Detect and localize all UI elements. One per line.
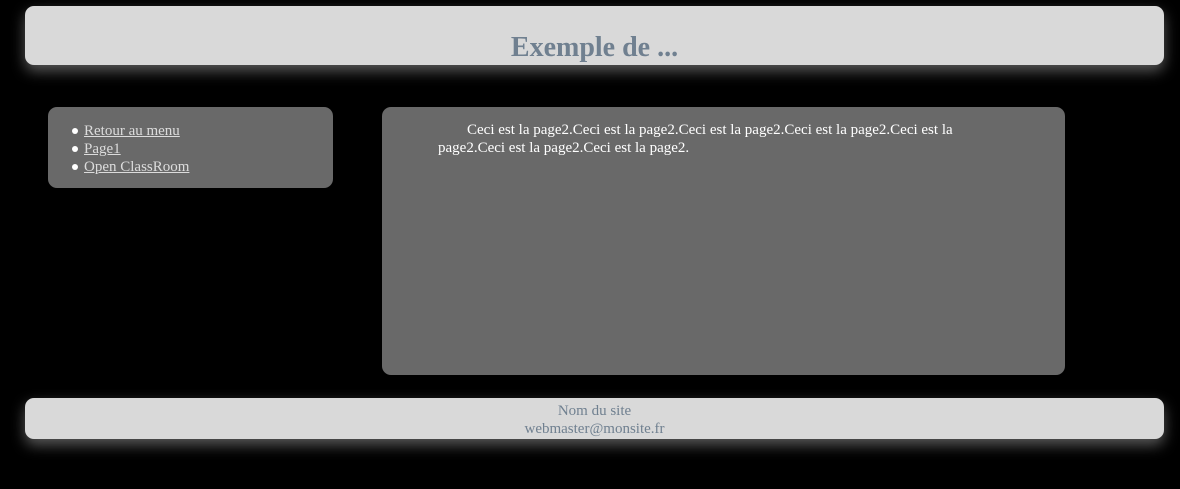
content-paragraph: Ceci est la page2.Ceci est la page2.Ceci… — [438, 122, 953, 156]
nav-item-retour-au-menu: Retour au menu — [72, 122, 189, 140]
nav-link-open-classroom[interactable]: Open ClassRoom — [84, 159, 189, 175]
bullet-icon — [72, 128, 78, 134]
page-footer: Nom du site webmaster@monsite.fr — [25, 398, 1164, 439]
nav-list: Retour au menu Page1 Open ClassRoom — [72, 122, 189, 176]
bullet-icon — [72, 146, 78, 152]
footer-site-name: Nom du site — [557, 403, 632, 419]
main-content: Ceci est la page2.Ceci est la page2.Ceci… — [382, 107, 1065, 375]
page-header: Exemple de ... — [25, 6, 1164, 65]
nav-link-retour-au-menu[interactable]: Retour au menu — [84, 123, 180, 139]
page-title: Exemple de ... — [510, 32, 679, 63]
nav-item-page1: Page1 — [72, 140, 189, 158]
nav-link-page1[interactable]: Page1 — [84, 141, 121, 157]
bullet-icon — [72, 164, 78, 170]
nav-menu: Retour au menu Page1 Open ClassRoom — [48, 107, 333, 188]
footer-email: webmaster@monsite.fr — [524, 421, 665, 437]
nav-item-open-classroom: Open ClassRoom — [72, 158, 189, 176]
